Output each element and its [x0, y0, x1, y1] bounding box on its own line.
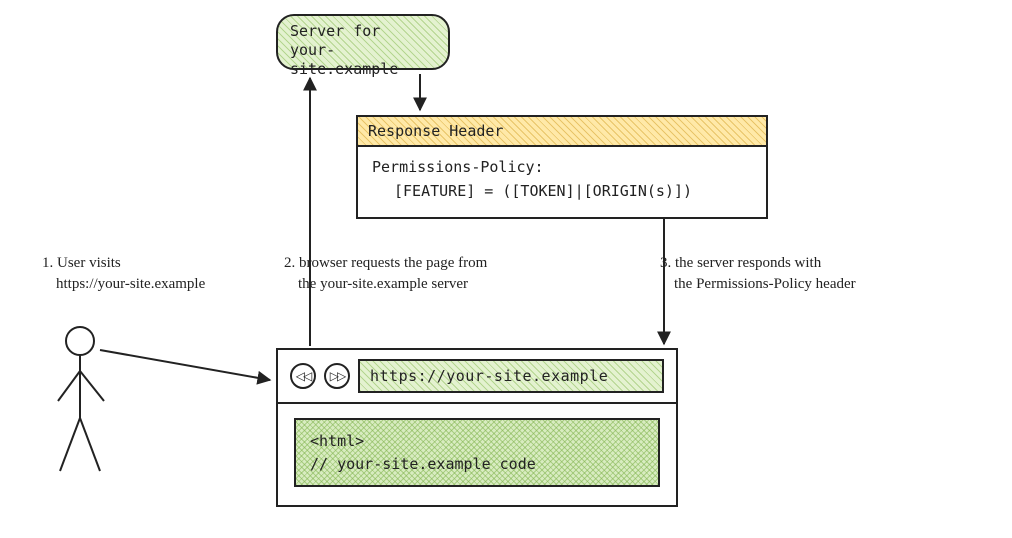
- user-icon: [50, 323, 120, 483]
- response-header-title: Response Header: [358, 117, 766, 147]
- step-2-line2: the your-site.example server: [284, 274, 594, 295]
- step-2-line1: 2. browser requests the page from: [284, 253, 594, 274]
- arrow-user-to-browser: [100, 350, 270, 380]
- step-3-label: 3. the server responds with the Permissi…: [660, 253, 950, 295]
- response-header-body: Permissions-Policy: [FEATURE] = ([TOKEN]…: [358, 147, 766, 217]
- browser-viewport: <html> // your-site.example code: [278, 404, 676, 505]
- step-3-line2: the Permissions-Policy header: [660, 274, 950, 295]
- server-box: Server for your-site.example: [276, 14, 450, 70]
- step-3-line1: 3. the server responds with: [660, 253, 950, 274]
- step-2-label: 2. browser requests the page from the yo…: [284, 253, 594, 295]
- step-1-label: 1. User visits https://your-site.example: [42, 253, 242, 295]
- code-line-2: // your-site.example code: [310, 453, 644, 476]
- server-line2: your-site.example: [290, 41, 436, 79]
- response-header-panel: Response Header Permissions-Policy: [FEA…: [356, 115, 768, 219]
- policy-value: [FEATURE] = ([TOKEN]|[ORIGIN(s)]): [372, 179, 752, 203]
- page-code-block: <html> // your-site.example code: [294, 418, 660, 487]
- step-1-line1: 1. User visits: [42, 253, 242, 274]
- address-bar[interactable]: https://your-site.example: [358, 359, 664, 393]
- server-line1: Server for: [290, 22, 436, 41]
- forward-icon[interactable]: ▷▷: [324, 363, 350, 389]
- code-line-1: <html>: [310, 430, 644, 453]
- step-1-line2: https://your-site.example: [42, 274, 242, 295]
- browser-window: ◁◁ ▷▷ https://your-site.example <html> /…: [276, 348, 678, 507]
- policy-key: Permissions-Policy:: [372, 155, 752, 179]
- browser-toolbar: ◁◁ ▷▷ https://your-site.example: [278, 350, 676, 404]
- back-icon[interactable]: ◁◁: [290, 363, 316, 389]
